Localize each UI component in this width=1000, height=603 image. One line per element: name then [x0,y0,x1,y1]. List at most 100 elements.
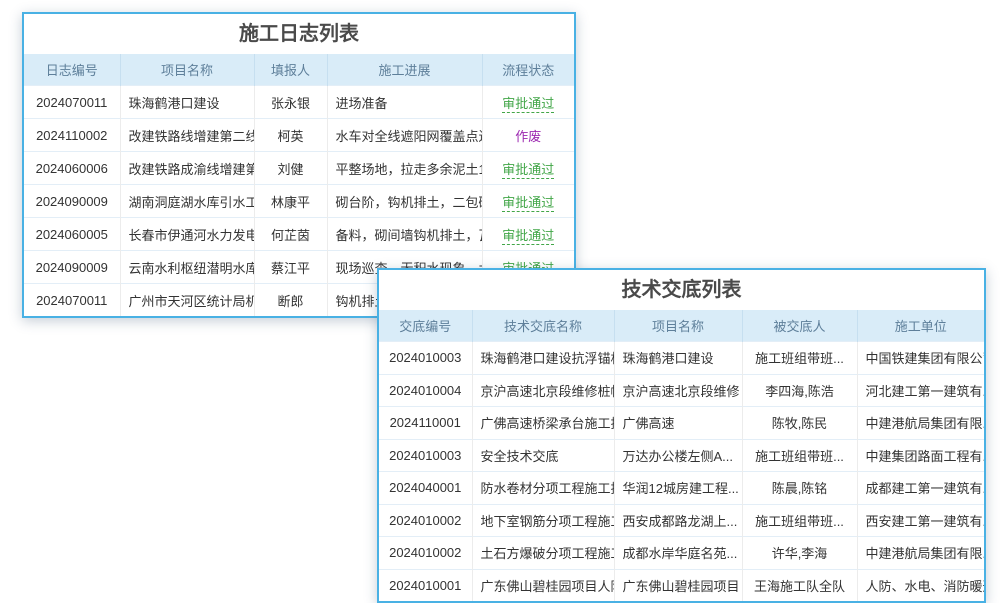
table-row: 2024010002土石方爆破分项工程施工...成都水岸华庭名苑...许华,李海… [379,537,984,570]
project-name-link[interactable]: 云南水利枢纽潜明水库一... [120,251,254,284]
disclosure-name-link[interactable]: 安全技术交底 [472,439,614,472]
reporter-link[interactable]: 张永银 [254,86,327,119]
project-name-link[interactable]: 京沪高速北京段维修 [614,374,742,407]
table-row: 2024040001防水卷材分项工程施工技...华润12城房建工程...陈晨,陈… [379,472,984,505]
column-header-unit: 施工单位 [857,310,984,342]
construction-log-title: 施工日志列表 [24,14,574,54]
disclosure-id-link[interactable]: 2024010003 [379,342,472,375]
table-row: 2024110001广佛高速桥梁承台施工技...广佛高速陈牧,陈民中建港航局集团… [379,407,984,440]
log-id-link[interactable]: 2024060006 [24,152,120,185]
disclosure-name-link[interactable]: 防水卷材分项工程施工技... [472,472,614,505]
disclosure-id-link[interactable]: 2024010003 [379,439,472,472]
reporter-link[interactable]: 蔡江平 [254,251,327,284]
log-table-header-row: 日志编号项目名称填报人施工进展流程状态 [24,54,574,86]
table-row: 2024110002改建铁路线增建第二线直...柯英水车对全线遮阳网覆盖点进..… [24,119,574,152]
progress-text: 进场准备 [327,86,482,119]
log-id-link[interactable]: 2024110002 [24,119,120,152]
table-row: 2024010003安全技术交底万达办公楼左侧A...施工班组带班...中建集团… [379,439,984,472]
project-name-link[interactable]: 珠海鹤港口建设 [614,342,742,375]
project-name-link[interactable]: 万达办公楼左侧A... [614,439,742,472]
status-cell: 审批通过 [482,185,574,218]
table-row: 2024010003珠海鹤港口建设抗浮锚杆...珠海鹤港口建设施工班组带班...… [379,342,984,375]
reporter-link[interactable]: 何芷茵 [254,218,327,251]
project-name-link[interactable]: 长春市伊通河水力发电厂... [120,218,254,251]
disclosure-id-link[interactable]: 2024010001 [379,569,472,601]
disclosure-id-link[interactable]: 2024010004 [379,374,472,407]
construction-unit-text: 中建港航局集团有限... [857,407,984,440]
project-name-link[interactable]: 广东佛山碧桂园项目 [614,569,742,601]
column-header-id: 交底编号 [379,310,472,342]
progress-text: 备料，砌间墙钩机排土，瓦... [327,218,482,251]
progress-text: 水车对全线遮阳网覆盖点进... [327,119,482,152]
disclosure-name-link[interactable]: 珠海鹤港口建设抗浮锚杆... [472,342,614,375]
status-cell: 作废 [482,119,574,152]
disclosure-name-link[interactable]: 广佛高速桥梁承台施工技... [472,407,614,440]
disclosure-table-header-row: 交底编号技术交底名称项目名称被交底人施工单位 [379,310,984,342]
column-header-project: 项目名称 [120,54,254,86]
project-name-link[interactable]: 西安成都路龙湖上... [614,504,742,537]
log-id-link[interactable]: 2024090009 [24,185,120,218]
reporter-link[interactable]: 林康平 [254,185,327,218]
project-name-link[interactable]: 成都水岸华庭名苑... [614,537,742,570]
receiver-text: 许华,李海 [742,537,857,570]
column-header-id: 日志编号 [24,54,120,86]
status-cell: 审批通过 [482,86,574,119]
progress-text: 砌台阶，钩机排土，二包砌... [327,185,482,218]
project-name-link[interactable]: 华润12城房建工程... [614,472,742,505]
receiver-text: 陈晨,陈铭 [742,472,857,505]
status-badge[interactable]: 作废 [515,129,541,144]
construction-unit-text: 中国铁建集团有限公司 [857,342,984,375]
log-id-link[interactable]: 2024090009 [24,251,120,284]
table-row: 2024010004京沪高速北京段维修桩帽...京沪高速北京段维修李四海,陈浩河… [379,374,984,407]
receiver-text: 施工班组带班... [742,504,857,537]
disclosure-id-link[interactable]: 2024010002 [379,537,472,570]
status-cell: 审批通过 [482,152,574,185]
status-badge[interactable]: 审批通过 [502,228,554,245]
project-name-link[interactable]: 珠海鹤港口建设 [120,86,254,119]
technical-disclosure-title: 技术交底列表 [379,270,984,310]
table-row: 2024090009湖南洞庭湖水库引水工程...林康平砌台阶，钩机排土，二包砌.… [24,185,574,218]
disclosure-name-link[interactable]: 京沪高速北京段维修桩帽... [472,374,614,407]
receiver-text: 陈牧,陈民 [742,407,857,440]
receiver-text: 王海施工队全队 [742,569,857,601]
disclosure-id-link[interactable]: 2024010002 [379,504,472,537]
project-name-link[interactable]: 广州市天河区统计局机房... [120,284,254,317]
construction-unit-text: 中建集团路面工程有... [857,439,984,472]
log-id-link[interactable]: 2024070011 [24,86,120,119]
disclosure-name-link[interactable]: 土石方爆破分项工程施工... [472,537,614,570]
status-badge[interactable]: 审批通过 [502,162,554,179]
progress-text: 平整场地，拉走多余泥土15... [327,152,482,185]
table-row: 2024060005长春市伊通河水力发电厂...何芷茵备料，砌间墙钩机排土，瓦.… [24,218,574,251]
status-badge[interactable]: 审批通过 [502,96,554,113]
table-row: 2024060006改建铁路成渝线增建第二...刘健平整场地，拉走多余泥土15.… [24,152,574,185]
construction-unit-text: 人防、水电、消防暖通 [857,569,984,601]
project-name-link[interactable]: 改建铁路成渝线增建第二... [120,152,254,185]
technical-disclosure-panel: 技术交底列表 交底编号技术交底名称项目名称被交底人施工单位 2024010003… [377,268,986,603]
project-name-link[interactable]: 改建铁路线增建第二线直... [120,119,254,152]
construction-unit-text: 中建港航局集团有限... [857,537,984,570]
column-header-project: 项目名称 [614,310,742,342]
reporter-link[interactable]: 柯英 [254,119,327,152]
table-row: 2024070011珠海鹤港口建设张永银进场准备 审批通过 [24,86,574,119]
reporter-link[interactable]: 断郎 [254,284,327,317]
receiver-text: 施工班组带班... [742,342,857,375]
project-name-link[interactable]: 广佛高速 [614,407,742,440]
disclosure-name-link[interactable]: 广东佛山碧桂园项目人防... [472,569,614,601]
log-id-link[interactable]: 2024070011 [24,284,120,317]
construction-unit-text: 西安建工第一建筑有... [857,504,984,537]
table-row: 2024010001广东佛山碧桂园项目人防...广东佛山碧桂园项目王海施工队全队… [379,569,984,601]
log-id-link[interactable]: 2024060005 [24,218,120,251]
technical-disclosure-table: 交底编号技术交底名称项目名称被交底人施工单位 2024010003珠海鹤港口建设… [379,310,984,601]
status-badge[interactable]: 审批通过 [502,195,554,212]
disclosure-id-link[interactable]: 2024040001 [379,472,472,505]
column-header-status: 流程状态 [482,54,574,86]
receiver-text: 李四海,陈浩 [742,374,857,407]
project-name-link[interactable]: 湖南洞庭湖水库引水工程... [120,185,254,218]
column-header-receiver: 被交底人 [742,310,857,342]
table-row: 2024010002地下室钢筋分项工程施工...西安成都路龙湖上...施工班组带… [379,504,984,537]
column-header-progress: 施工进展 [327,54,482,86]
disclosure-name-link[interactable]: 地下室钢筋分项工程施工... [472,504,614,537]
reporter-link[interactable]: 刘健 [254,152,327,185]
receiver-text: 施工班组带班... [742,439,857,472]
disclosure-id-link[interactable]: 2024110001 [379,407,472,440]
